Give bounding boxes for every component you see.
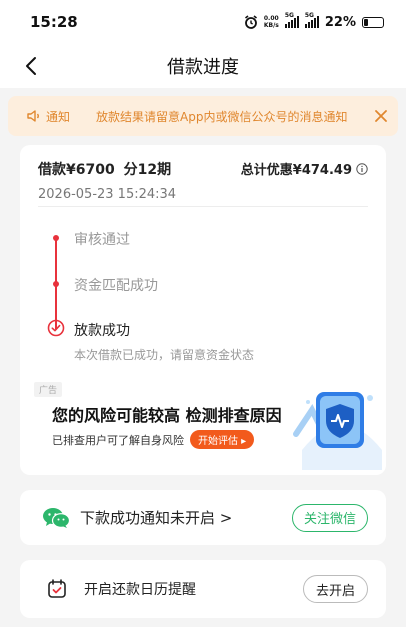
status-icons: 0.00 KB/s 5G 5G 22%	[244, 12, 384, 30]
battery-icon	[362, 16, 384, 28]
calendar-reminder-text: 开启还款日历提醒	[84, 582, 196, 598]
wechat-notify-text[interactable]: 下款成功通知未开启 >	[80, 507, 292, 528]
loan-term: 分12期	[123, 162, 172, 178]
shield-illustration-icon	[293, 392, 382, 470]
nav-bar: 借款进度	[0, 44, 406, 88]
close-icon[interactable]	[374, 109, 388, 123]
wechat-notify-card: 下款成功通知未开启 > 关注微信	[20, 490, 386, 545]
ad-subtitle-row: 已排查用户可了解自身风险 开始评估 ▸	[52, 430, 255, 449]
page-title: 借款进度	[167, 57, 239, 78]
loan-progress-card: 借款¥6700 分12期 总计优惠¥474.49 2026-05-23 15:2…	[20, 145, 386, 475]
ad-banner[interactable]: 广告 您的风险可能较高 检测排查原因 已排查用户可了解自身风险 开始评估 ▸	[20, 380, 386, 475]
divider	[38, 206, 368, 207]
calendar-reminder-card: 开启还款日历提醒 去开启	[20, 560, 386, 618]
ad-start-button[interactable]: 开始评估 ▸	[190, 430, 255, 449]
discount-text: 总计优惠¥474.49	[240, 163, 352, 178]
net-speed: 0.00 KB/s	[264, 15, 279, 29]
net-speed-value: 0.00	[263, 15, 279, 22]
timeline-step-2: 资金匹配成功	[74, 278, 158, 294]
net-speed-unit: KB/s	[263, 22, 279, 29]
calendar-check-icon	[48, 579, 66, 598]
wechat-icon	[43, 507, 70, 528]
loan-summary: 借款¥6700 分12期 总计优惠¥474.49 2026-05-23 15:2…	[38, 159, 368, 202]
loan-amount: 借款¥6700	[38, 162, 115, 178]
ad-tag: 广告	[34, 382, 63, 397]
signal-label: 5G	[284, 12, 294, 19]
timeline-step-1: 审核通过	[74, 232, 130, 248]
alarm-icon	[244, 15, 257, 29]
follow-wechat-button[interactable]: 关注微信	[291, 503, 368, 532]
timeline-dot	[53, 281, 59, 287]
status-time: 15:28	[30, 13, 78, 31]
enable-reminder-button[interactable]: 去开启	[302, 575, 368, 603]
info-icon[interactable]	[356, 162, 368, 175]
back-arrow-icon[interactable]	[22, 56, 42, 76]
notice-text: 放款结果请留意App内或微信公众号的消息通知	[96, 109, 348, 124]
ad-subtitle: 已排查用户可了解自身风险	[52, 433, 184, 447]
timeline-dot	[53, 235, 59, 241]
notice-bar: 通知 放款结果请留意App内或微信公众号的消息通知	[8, 96, 398, 136]
speaker-icon	[27, 110, 39, 122]
notice-label: 通知	[46, 109, 71, 124]
ad-title: 您的风险可能较高 检测排查原因	[52, 406, 282, 425]
loan-time: 2026-05-23 15:24:34	[38, 187, 177, 202]
check-circle-icon	[47, 319, 65, 337]
signal-label-2: 5G	[304, 12, 314, 19]
timeline-step-3-sub: 本次借款已成功，请留意资金状态	[74, 348, 255, 362]
status-bar: 15:28 0.00 KB/s 5G 5G 22%	[0, 0, 406, 44]
battery-percent: 22%	[324, 14, 356, 30]
signal-icon-2: 5G	[304, 12, 319, 28]
signal-icon: 5G	[284, 12, 299, 28]
discount-total[interactable]: 总计优惠¥474.49	[241, 159, 368, 178]
timeline-step-3: 放款成功	[74, 323, 130, 339]
